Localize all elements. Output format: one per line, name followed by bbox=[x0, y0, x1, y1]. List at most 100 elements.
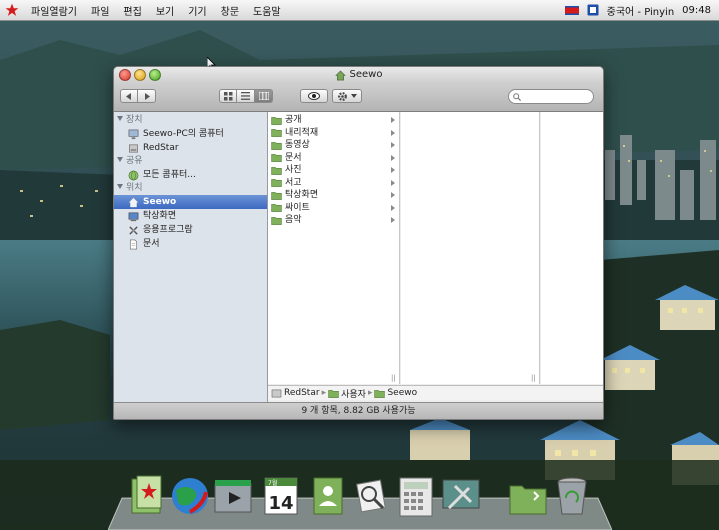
network-icon bbox=[128, 170, 139, 180]
sidebar-item-desktop[interactable]: 탁상화면 bbox=[114, 209, 267, 223]
sidebar-item-documents[interactable]: 문서 bbox=[114, 237, 267, 251]
list-item-public[interactable]: 공개 bbox=[268, 114, 399, 127]
browser-column-2: || bbox=[401, 112, 540, 384]
action-menu-button[interactable] bbox=[332, 89, 362, 103]
path-segment-seewo[interactable]: Seewo bbox=[387, 388, 417, 398]
back-button[interactable] bbox=[120, 89, 138, 103]
eye-icon bbox=[308, 92, 320, 100]
chevron-down-icon bbox=[351, 94, 357, 98]
icon-view-button[interactable] bbox=[219, 89, 237, 103]
column-resize-handle[interactable]: || bbox=[391, 374, 396, 382]
list-item-pictures[interactable]: 사진 bbox=[268, 164, 399, 177]
disk-icon bbox=[129, 144, 138, 152]
folder-icon bbox=[271, 141, 282, 150]
menu-device[interactable]: 기기 bbox=[181, 3, 213, 18]
dock-trash-icon[interactable] bbox=[552, 474, 592, 518]
path-separator: ▸ bbox=[321, 388, 327, 398]
search-input[interactable] bbox=[508, 89, 594, 104]
home-icon bbox=[374, 389, 386, 398]
window-title: Seewo bbox=[349, 69, 383, 80]
sidebar-section-shared[interactable]: 공유 bbox=[114, 155, 267, 168]
sidebar-section-devices[interactable]: 장치 bbox=[114, 114, 267, 127]
folder-icon bbox=[271, 116, 282, 125]
zoom-button[interactable] bbox=[149, 69, 161, 81]
home-icon bbox=[128, 197, 139, 207]
list-item-sites[interactable]: 싸이트 bbox=[268, 202, 399, 215]
applications-icon bbox=[129, 225, 138, 235]
list-item-library[interactable]: 서고 bbox=[268, 177, 399, 190]
dock-media-player-icon[interactable] bbox=[213, 474, 253, 518]
menu-view[interactable]: 보기 bbox=[149, 3, 181, 18]
disk-icon bbox=[271, 389, 282, 397]
sidebar-item-redstar[interactable]: RedStar bbox=[114, 141, 267, 155]
sidebar-item-home[interactable]: Seewo bbox=[114, 195, 267, 209]
dock-calendar-icon[interactable]: 7월 14 bbox=[262, 474, 302, 518]
grid-icon bbox=[223, 91, 232, 100]
sidebar: 장치 Seewo-PC의 콤퓨터 RedStar 공유 모든 콤퓨터... 위치… bbox=[114, 112, 268, 402]
quick-look-button[interactable] bbox=[300, 89, 328, 103]
forward-arrow-icon bbox=[144, 92, 150, 100]
list-icon bbox=[241, 92, 250, 100]
home-icon bbox=[334, 70, 346, 80]
folder-icon bbox=[271, 154, 282, 163]
path-separator: ▸ bbox=[367, 388, 373, 398]
sidebar-section-places[interactable]: 위치 bbox=[114, 182, 267, 195]
input-method-icon[interactable] bbox=[587, 4, 599, 16]
folder-icon bbox=[271, 204, 282, 213]
folder-icon bbox=[271, 191, 282, 200]
folder-icon bbox=[271, 166, 282, 175]
list-item-downloads[interactable]: 내리적재 bbox=[268, 127, 399, 140]
folder-icon bbox=[271, 216, 282, 225]
flag-icon[interactable] bbox=[564, 5, 579, 15]
menu-bar: 파일열람기 파일 편집 보기 기기 창문 도움말 중국어 - Pinyin 09… bbox=[0, 0, 719, 21]
dock-system-preferences-icon[interactable] bbox=[441, 474, 481, 518]
columns-icon bbox=[258, 92, 269, 100]
browser-column-1: 공개 내리적재 동영상 문서 사진 서고 탁상화면 싸이트 음악 || bbox=[268, 112, 400, 384]
input-method-label[interactable]: 중국어 - Pinyin bbox=[607, 3, 675, 18]
path-segment-redstar[interactable]: RedStar bbox=[284, 388, 320, 398]
status-bar: 9 개 항목, 8.82 GB 사용가능 bbox=[114, 402, 603, 419]
close-button[interactable] bbox=[119, 69, 131, 81]
search-icon bbox=[513, 93, 521, 101]
gear-icon bbox=[338, 91, 347, 101]
column-resize-handle[interactable]: || bbox=[531, 374, 536, 382]
menu-edit[interactable]: 편집 bbox=[116, 3, 148, 18]
menu-file[interactable]: 파일 bbox=[84, 3, 116, 18]
toolbar bbox=[114, 83, 603, 112]
menu-app-name[interactable]: 파일열람기 bbox=[24, 3, 84, 18]
computer-icon bbox=[128, 129, 139, 139]
star-logo-icon[interactable] bbox=[5, 3, 19, 17]
menu-window[interactable]: 창문 bbox=[214, 3, 246, 18]
folder-icon bbox=[271, 129, 282, 138]
list-item-desktop[interactable]: 탁상화면 bbox=[268, 189, 399, 202]
finder-window: Seewo 장치 Seewo-PC의 콤퓨터 RedStar 공유 모든 콤퓨터… bbox=[113, 66, 604, 420]
sidebar-item-computer[interactable]: Seewo-PC의 콤퓨터 bbox=[114, 127, 267, 141]
menu-help[interactable]: 도움말 bbox=[246, 3, 288, 18]
dock-browser-icon[interactable] bbox=[170, 474, 210, 518]
list-item-music[interactable]: 음악 bbox=[268, 214, 399, 227]
folder-icon bbox=[271, 179, 282, 188]
list-item-documents[interactable]: 문서 bbox=[268, 152, 399, 165]
path-bar: RedStar ▸ 사용자 ▸ Seewo bbox=[268, 385, 603, 400]
forward-button[interactable] bbox=[138, 89, 156, 103]
sidebar-item-all-computers[interactable]: 모든 콤퓨터... bbox=[114, 168, 267, 182]
dock-finder-icon[interactable] bbox=[127, 474, 167, 518]
folder-icon bbox=[328, 389, 339, 398]
dock-calculator-icon[interactable] bbox=[396, 474, 436, 518]
dock-folder-icon[interactable] bbox=[508, 474, 548, 518]
column-view-button[interactable] bbox=[255, 89, 273, 103]
clock[interactable]: 09:48 bbox=[682, 5, 711, 16]
dock-preview-icon[interactable] bbox=[351, 474, 391, 518]
path-segment-users[interactable]: 사용자 bbox=[341, 387, 366, 400]
list-view-button[interactable] bbox=[237, 89, 255, 103]
calendar-month: 7월 bbox=[268, 479, 277, 487]
browser-column-3 bbox=[541, 112, 603, 384]
list-item-movies[interactable]: 동영상 bbox=[268, 139, 399, 152]
sidebar-item-applications[interactable]: 응용프로그람 bbox=[114, 223, 267, 237]
minimize-button[interactable] bbox=[134, 69, 146, 81]
desktop-icon bbox=[128, 212, 139, 221]
window-titlebar[interactable]: Seewo bbox=[114, 67, 603, 83]
document-icon bbox=[129, 239, 138, 249]
dock-address-book-icon[interactable] bbox=[308, 474, 348, 518]
back-arrow-icon bbox=[126, 92, 131, 100]
